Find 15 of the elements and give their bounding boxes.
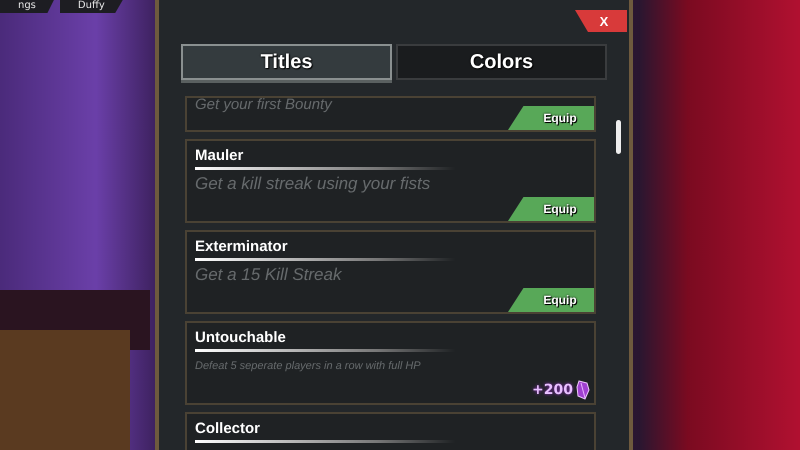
title-description: Defeat 5 seperate players in a row with full HP <box>195 360 422 372</box>
tab[interactable]: Colors <box>396 44 607 80</box>
reward-amount: +200 <box>532 382 573 398</box>
title-name: Untouchable <box>195 329 287 346</box>
hud-tab[interactable]: Duffy <box>60 0 123 13</box>
title-description: Get a kill streak using your fists <box>195 174 432 194</box>
title-description: Get your first Bounty <box>195 96 334 113</box>
title-description: Get a 15 Kill Streak <box>195 265 343 285</box>
title-name: Exterminator <box>195 238 289 255</box>
close-button[interactable]: X <box>575 10 627 32</box>
title-name: Collector <box>195 420 262 437</box>
hud-tab[interactable]: ngs <box>0 0 54 13</box>
tab[interactable]: Titles <box>181 44 392 80</box>
gem-icon <box>576 380 590 400</box>
title-name: Mauler <box>195 147 244 164</box>
